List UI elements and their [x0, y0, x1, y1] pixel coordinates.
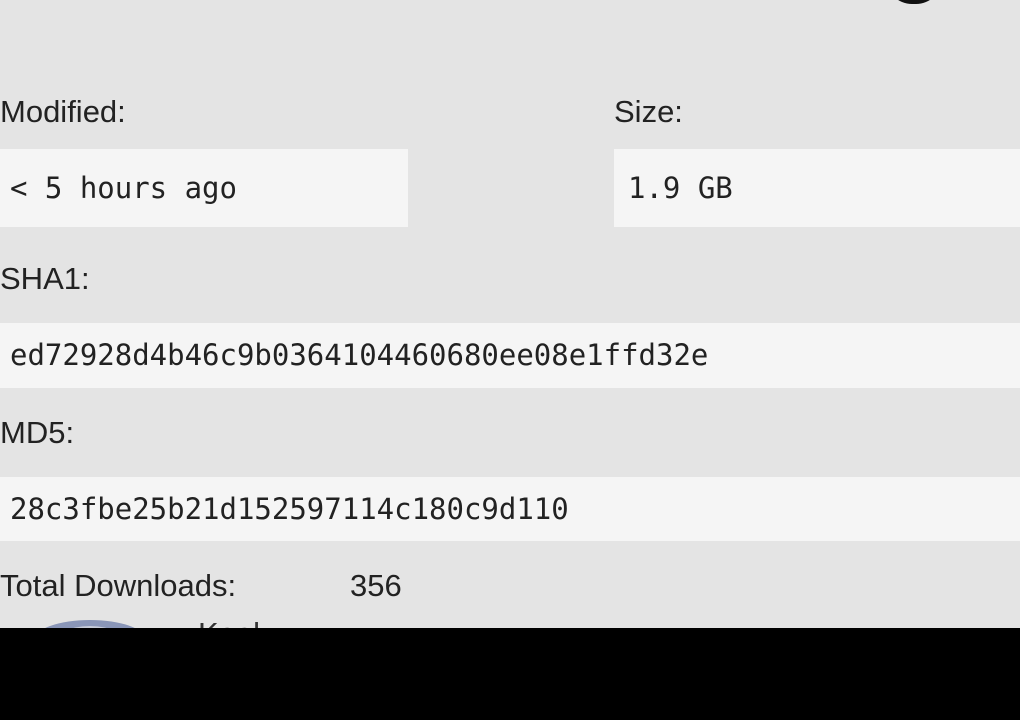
- modified-label: Modified:: [0, 94, 126, 129]
- total-downloads-value: 356: [350, 568, 402, 603]
- circle-icon[interactable]: [886, 0, 942, 4]
- size-field[interactable]: 1.9 GB: [614, 149, 1020, 227]
- modified-field[interactable]: < 5 hours ago: [0, 149, 408, 227]
- size-label: Size:: [614, 94, 683, 129]
- sha1-field[interactable]: ed72928d4b46c9b0364104460680ee08e1ffd32e: [0, 323, 1020, 388]
- bottom-black-bar: [0, 628, 1020, 720]
- author-name[interactable]: Kaal: [198, 614, 260, 628]
- file-details-panel: Modified: < 5 hours ago Size: 1.9 GB SHA…: [0, 0, 1020, 628]
- sha1-label: SHA1:: [0, 261, 90, 296]
- md5-field[interactable]: 28c3fbe25b21d152597114c180c9d110: [0, 477, 1020, 541]
- avatar-icon[interactable]: [34, 620, 146, 628]
- md5-label: MD5:: [0, 415, 75, 450]
- total-downloads-label: Total Downloads:: [0, 568, 237, 603]
